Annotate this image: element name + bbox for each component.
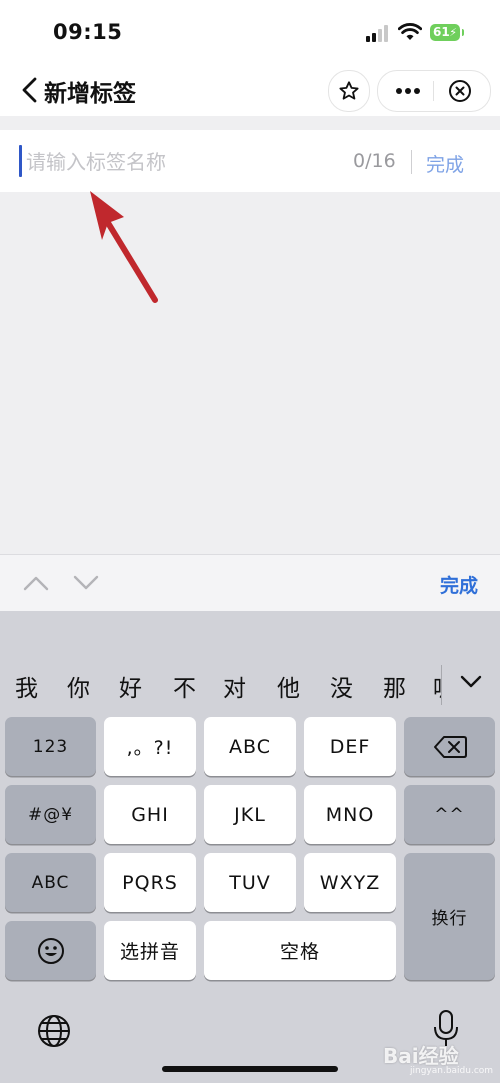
candidate-word[interactable]: 不 xyxy=(173,669,196,703)
annotation-arrow-icon xyxy=(90,191,158,303)
ghi-key[interactable]: GHI xyxy=(104,785,196,844)
more-button[interactable] xyxy=(388,71,428,111)
wxyz-key[interactable]: WXYZ xyxy=(304,853,396,912)
star-icon xyxy=(339,81,359,100)
candidate-word[interactable]: 我 xyxy=(15,669,38,703)
candidate-word[interactable]: 你 xyxy=(67,669,90,703)
tuv-key[interactable]: TUV xyxy=(204,853,296,912)
tag-name-row: 0/16 完成 xyxy=(0,130,500,192)
candidate-separator xyxy=(441,665,442,705)
char-counter: 0/16 xyxy=(353,150,396,172)
numbers-key[interactable]: 123 xyxy=(5,717,96,776)
candidate-word[interactable]: 没 xyxy=(330,669,353,703)
candidate-word[interactable]: 他 xyxy=(277,669,300,703)
done-button[interactable]: 完成 xyxy=(426,150,464,177)
candidate-bar: 我 你 好 不 对 他 没 那 呢 xyxy=(0,659,500,711)
def-key[interactable]: DEF xyxy=(304,717,396,776)
keyboard-done-button[interactable]: 完成 xyxy=(440,571,478,598)
input-divider xyxy=(411,150,412,174)
cellular-signal-icon xyxy=(366,24,392,42)
backspace-icon xyxy=(433,735,467,758)
select-pinyin-key[interactable]: 选拼音 xyxy=(104,921,196,980)
jkl-key[interactable]: JKL xyxy=(204,785,296,844)
watermark-brand: Bai经验 xyxy=(383,1044,459,1068)
close-circle-icon xyxy=(449,80,471,102)
emoticon-key[interactable]: ^^ xyxy=(404,785,495,844)
mini-program-capsule xyxy=(377,70,491,112)
abc-switch-key[interactable]: ABC xyxy=(5,853,96,912)
symbols-key[interactable]: #@¥ xyxy=(5,785,96,844)
emoji-smiley-icon xyxy=(37,937,64,964)
battery-level: 61 xyxy=(433,25,450,39)
space-key[interactable]: 空格 xyxy=(204,921,396,980)
close-button[interactable] xyxy=(440,71,480,111)
status-time: 09:15 xyxy=(53,20,123,44)
home-indicator xyxy=(162,1066,338,1072)
battery-icon: 61 ⚡ xyxy=(430,24,464,41)
watermark-url: jingyan.baidu.com xyxy=(410,1066,494,1076)
status-bar: 09:15 61 ⚡ xyxy=(0,0,500,64)
candidate-word[interactable]: 那 xyxy=(383,669,406,703)
expand-candidates-chevron-icon[interactable] xyxy=(458,669,484,693)
back-chevron-icon[interactable] xyxy=(18,76,42,104)
previous-field-chevron-icon[interactable] xyxy=(22,573,50,593)
delete-key[interactable] xyxy=(404,717,495,776)
content-area xyxy=(0,192,500,554)
globe-icon[interactable] xyxy=(36,1013,72,1049)
candidate-word[interactable]: 好 xyxy=(119,669,142,703)
favorite-button[interactable] xyxy=(328,70,370,112)
candidate-word[interactable]: 对 xyxy=(223,669,246,703)
keyboard-accessory-bar: 完成 xyxy=(0,554,500,611)
text-cursor xyxy=(19,145,22,177)
more-dots-icon xyxy=(396,88,420,94)
candidate-word[interactable]: 呢 xyxy=(433,669,441,703)
capsule-divider xyxy=(433,81,434,101)
abc-key[interactable]: ABC xyxy=(204,717,296,776)
pqrs-key[interactable]: PQRS xyxy=(104,853,196,912)
keyboard: 我 你 好 不 对 他 没 那 呢 123 ,。?! ABC DEF #@¥ G… xyxy=(0,611,500,1083)
punctuation-key[interactable]: ,。?! xyxy=(104,717,196,776)
mno-key[interactable]: MNO xyxy=(304,785,396,844)
page-title: 新增标签 xyxy=(44,81,136,107)
charging-bolt-icon: ⚡ xyxy=(449,26,457,39)
emoji-key[interactable] xyxy=(5,921,96,980)
wifi-icon xyxy=(398,23,422,40)
next-field-chevron-icon[interactable] xyxy=(72,573,100,593)
newline-key[interactable]: 换行 xyxy=(404,853,495,980)
nav-bar: 新增标签 xyxy=(0,64,500,116)
tag-name-input[interactable] xyxy=(24,143,348,181)
